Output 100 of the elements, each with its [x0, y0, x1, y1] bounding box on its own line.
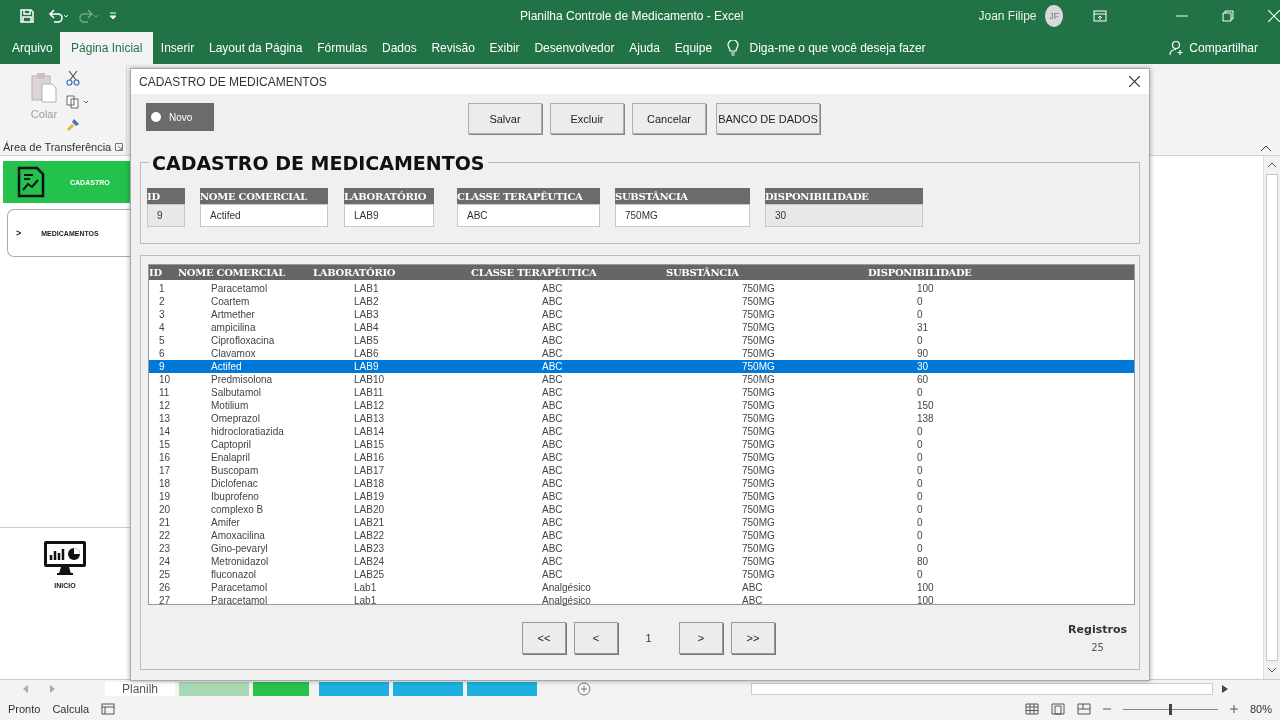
list-cell-text: Actifed: [211, 360, 243, 373]
list-row[interactable]: 21 Amifer LAB21 ABC 750MG 0: [149, 516, 1134, 529]
list-row[interactable]: 20 complexo B LAB20 ABC 750MG 0: [149, 503, 1134, 516]
list-cell-text: Salbutamol: [211, 386, 263, 399]
list-row[interactable]: 10 Predmisolona LAB10 ABC 750MG 60: [149, 373, 1134, 386]
page-layout-icon[interactable]: [1050, 703, 1065, 715]
list-row[interactable]: 2 Coartem LAB2 ABC 750MG 0: [149, 295, 1134, 308]
list-row[interactable]: 12 Motilium LAB12 ABC 750MG 150: [149, 399, 1134, 412]
list-row[interactable]: 23 Gino-pevaryl LAB23 ABC 750MG 0: [149, 542, 1134, 555]
new-button[interactable]: Novo: [146, 103, 214, 131]
records-list[interactable]: [148, 264, 1135, 605]
list-row[interactable]: 16 Enalapril LAB16 ABC 750MG 0: [149, 451, 1134, 464]
collapse-ribbon-icon[interactable]: [1260, 145, 1272, 152]
ribbon-tab[interactable]: Arquivo: [0, 32, 61, 64]
list-row[interactable]: 18 Diclofenac LAB18 ABC 750MG 0: [149, 477, 1134, 490]
zoom-slider[interactable]: [1122, 703, 1218, 715]
ribbon-tab[interactable]: Ajuda: [621, 32, 668, 64]
list-cell-text: 11: [159, 386, 171, 399]
first-page-button[interactable]: <<: [522, 622, 566, 654]
zoom-level[interactable]: 80%: [1249, 703, 1272, 715]
records-label: Registros: [1068, 623, 1127, 636]
dialog-launcher-icon[interactable]: [115, 143, 124, 151]
list-cell-text: ABC: [542, 490, 564, 503]
dialog-button[interactable]: Cancelar: [632, 103, 706, 134]
ribbon-tab[interactable]: Desenvolvedor: [527, 32, 622, 64]
list-cell-text: 10: [159, 373, 172, 386]
format-painter-icon[interactable]: [66, 118, 80, 132]
sheet-tab[interactable]: Planilh: [105, 682, 175, 696]
redo-icon[interactable]: [77, 8, 99, 24]
ribbon-tab[interactable]: Equipe: [667, 32, 720, 64]
ribbon-tab[interactable]: Página Inicial: [60, 32, 154, 64]
normal-view-icon[interactable]: [1024, 703, 1039, 715]
list-row[interactable]: 15 Captopril LAB15 ABC 750MG 0: [149, 438, 1134, 451]
list-cell-text: LAB3: [354, 308, 380, 321]
list-cell-text: 750MG: [742, 399, 776, 412]
dialog-button[interactable]: BANCO DE DADOS: [716, 103, 820, 134]
sheet-nav-right-icon[interactable]: [50, 685, 55, 693]
macro-icon[interactable]: [101, 703, 116, 715]
ribbon-display-icon[interactable]: [1093, 10, 1107, 22]
restore-icon[interactable]: [1222, 10, 1234, 22]
ribbon-tab[interactable]: Fórmulas: [309, 32, 375, 64]
scroll-up-icon[interactable]: [1267, 162, 1277, 168]
list-row[interactable]: 9 Actifed LAB9 ABC 750MG 30: [149, 360, 1134, 373]
list-cell-text: LAB18: [354, 477, 386, 490]
next-page-button[interactable]: >: [679, 622, 723, 654]
list-cell-text: Metronidazol: [211, 555, 270, 568]
scroll-down-icon[interactable]: [1267, 667, 1277, 673]
close-icon[interactable]: [1129, 76, 1140, 87]
list-row[interactable]: 13 Omeprazol LAB13 ABC 750MG 138: [149, 412, 1134, 425]
list-row[interactable]: 3 Artmether LAB3 ABC 750MG 0: [149, 308, 1134, 321]
list-row[interactable]: 25 fluconazol LAB25 ABC 750MG 0: [149, 568, 1134, 581]
list-cell-text: 0: [917, 503, 924, 516]
ribbon-tab[interactable]: Dados: [374, 32, 425, 64]
undo-icon[interactable]: [47, 8, 69, 24]
list-cell-text: Amifer: [211, 516, 241, 529]
horizontal-scrollbar[interactable]: [751, 683, 1213, 695]
list-row[interactable]: 19 Ibuprofeno LAB19 ABC 750MG 0: [149, 490, 1134, 503]
list-row[interactable]: 1 Paracetamol LAB1 ABC 750MG 100: [149, 282, 1134, 295]
list-row[interactable]: 5 Ciprofloxacina LAB5 ABC 750MG 0: [149, 334, 1134, 347]
list-row[interactable]: 24 Metronidazol LAB24 ABC 750MG 80: [149, 555, 1134, 568]
page-break-icon[interactable]: [1076, 703, 1091, 715]
list-row[interactable]: 4 ampicilina LAB4 ABC 750MG 31: [149, 321, 1134, 334]
list-row[interactable]: 17 Buscopam LAB17 ABC 750MG 0: [149, 464, 1134, 477]
input-field[interactable]: LAB9: [344, 204, 434, 227]
previous-page-button[interactable]: <: [574, 622, 618, 654]
list-row[interactable]: 6 Clavamox LAB6 ABC 750MG 90: [149, 347, 1134, 360]
zoom-in-icon[interactable]: [1229, 705, 1238, 713]
list-cell-text: LAB25: [354, 568, 386, 581]
tell-me-field[interactable]: Diga-me o que você deseja fazer: [749, 32, 926, 64]
ribbon-tab[interactable]: Inserir: [153, 32, 202, 64]
input-field[interactable]: Actifed: [200, 204, 328, 227]
sheet-nav-left-icon[interactable]: [23, 685, 28, 693]
list-row[interactable]: 14 hidrocloratiazida LAB14 ABC 750MG 0: [149, 425, 1134, 438]
list-row[interactable]: 22 Amoxacilina LAB22 ABC 750MG 0: [149, 529, 1134, 542]
user-name[interactable]: Joan Filipe: [978, 9, 1037, 23]
list-cell-text: 0: [917, 308, 924, 321]
add-sheet-icon[interactable]: [577, 682, 591, 696]
list-row[interactable]: 26 Paracetamol Lab1 Analgésico ABC 100: [149, 581, 1134, 594]
dialog-button[interactable]: Excluir: [550, 103, 624, 134]
scroll-right-icon[interactable]: [1221, 684, 1229, 694]
save-icon[interactable]: [19, 8, 35, 24]
input-field[interactable]: ABC: [457, 204, 600, 227]
share-button[interactable]: Compartilhar: [1169, 32, 1258, 64]
list-row[interactable]: 11 Salbutamol LAB11 ABC 750MG 0: [149, 386, 1134, 399]
list-cell-text: LAB6: [354, 347, 380, 360]
ribbon-tab[interactable]: Exibir: [482, 32, 527, 64]
list-cell-text: 26: [159, 581, 172, 594]
list-cell-text: 9: [159, 360, 166, 373]
list-cell-text: 100: [917, 282, 935, 295]
dialog-button[interactable]: Salvar: [468, 103, 542, 134]
list-row[interactable]: 27 Paracetamol Lab1 Analgésico ABC 100: [149, 594, 1134, 607]
ribbon-tab[interactable]: Revisão: [424, 32, 483, 64]
customize-icon[interactable]: [109, 11, 117, 21]
list-cell-text: Gino-pevaryl: [211, 542, 269, 555]
input-field[interactable]: 750MG: [615, 204, 750, 227]
last-page-button[interactable]: >>: [731, 622, 775, 654]
lightbulb-icon[interactable]: [727, 40, 740, 56]
cut-icon[interactable]: [66, 70, 80, 86]
column-header: SUBSTÂNCIA: [666, 267, 740, 278]
ribbon-tab[interactable]: Layout da Página: [201, 32, 310, 64]
